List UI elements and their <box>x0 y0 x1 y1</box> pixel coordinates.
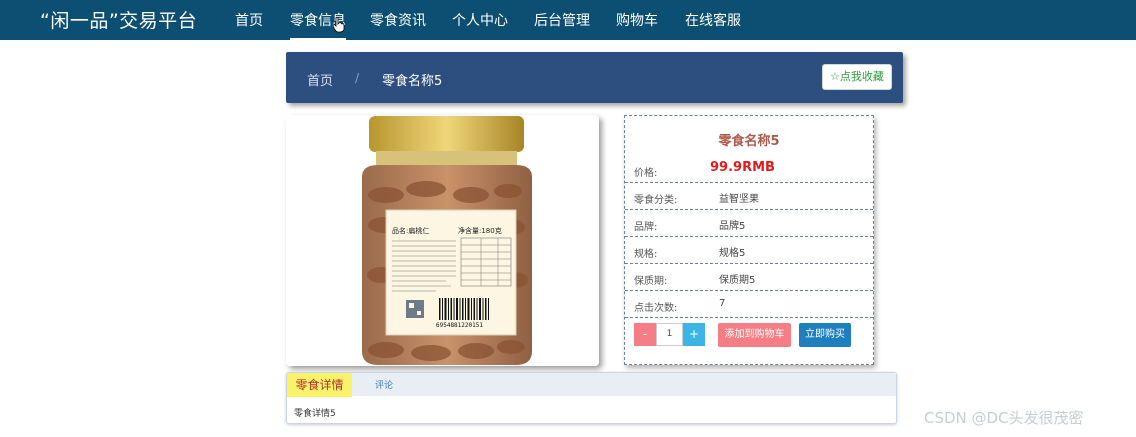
barcode-number: 6954881220151 <box>436 322 483 329</box>
watermark: CSDN @DC头发很茂密 <box>924 409 1084 427</box>
nav-online-service[interactable]: 在线客服 <box>685 10 741 30</box>
attr-row-shelf-life: 保质期: 保质期5 <box>625 264 873 291</box>
attr-label: 规格: <box>634 249 658 260</box>
attr-value: 7 <box>719 298 726 309</box>
attr-row-spec: 规格: 规格5 <box>625 237 873 264</box>
attr-value: 规格5 <box>719 248 746 259</box>
almond-jar-image: 品名:扁桃仁 净含量:180克 6954881220151 <box>286 115 599 366</box>
nav-admin[interactable]: 后台管理 <box>534 10 590 30</box>
product-image[interactable]: 品名:扁桃仁 净含量:180克 6954881220151 <box>286 115 599 366</box>
attr-label: 零食分类: <box>634 195 678 206</box>
quantity-input[interactable]: 1 <box>656 323 683 346</box>
nav-snack-news[interactable]: 零食资讯 <box>370 10 426 30</box>
attr-row-category: 零食分类: 益智坚果 <box>625 183 873 210</box>
nav-cart[interactable]: 购物车 <box>616 10 658 30</box>
nav-personal-center[interactable]: 个人中心 <box>452 10 508 30</box>
attr-label: 点击次数: <box>634 303 678 314</box>
breadcrumb-home[interactable]: 首页 <box>307 70 333 89</box>
breadcrumb: 首页 / 零食名称5 ☆点我收藏 <box>286 52 903 103</box>
nav-home[interactable]: 首页 <box>235 10 263 30</box>
price-value: 99.9RMB <box>710 160 775 175</box>
product-info-panel: 零食名称5 价格: 99.9RMB 零食分类: 益智坚果 品牌: 品牌5 规格:… <box>624 115 874 365</box>
attr-row-brand: 品牌: 品牌5 <box>625 210 873 237</box>
tab-content: 零食详情5 <box>294 409 336 419</box>
product-name: 零食名称5 <box>718 134 780 149</box>
attr-value: 品牌5 <box>719 221 746 232</box>
attr-label: 品牌: <box>634 222 658 233</box>
hand-cursor-icon <box>333 17 345 33</box>
favorite-button[interactable]: ☆点我收藏 <box>822 64 892 90</box>
jar-label-name: 品名:扁桃仁 <box>392 226 429 235</box>
quantity-decrease-button[interactable]: - <box>634 323 656 346</box>
quantity-increase-button[interactable]: + <box>683 323 705 346</box>
price-row: 价格: 99.9RMB <box>625 156 873 183</box>
top-navbar: “闲一品”交易平台 首页 零食信息 零食资讯 个人中心 后台管理 购物车 在线客… <box>0 0 1136 40</box>
attr-row-clicks: 点击次数: 7 <box>625 291 873 318</box>
site-logo[interactable]: “闲一品”交易平台 <box>40 6 197 33</box>
buy-now-button[interactable]: 立即购买 <box>799 323 851 347</box>
attr-label: 保质期: <box>634 276 668 287</box>
detail-tabs: 零食详情 评论 零食详情5 <box>286 372 897 424</box>
tab-snack-detail[interactable]: 零食详情 <box>287 373 352 397</box>
tab-comments[interactable]: 评论 <box>375 378 393 391</box>
jar-label-weight: 净含量:180克 <box>458 226 502 235</box>
breadcrumb-separator: / <box>355 71 360 85</box>
attr-value: 益智坚果 <box>719 194 759 205</box>
attr-value: 保质期5 <box>719 275 756 286</box>
add-to-cart-button[interactable]: 添加到购物车 <box>718 323 791 347</box>
price-label: 价格: <box>634 168 658 179</box>
breadcrumb-current: 零食名称5 <box>382 74 443 89</box>
